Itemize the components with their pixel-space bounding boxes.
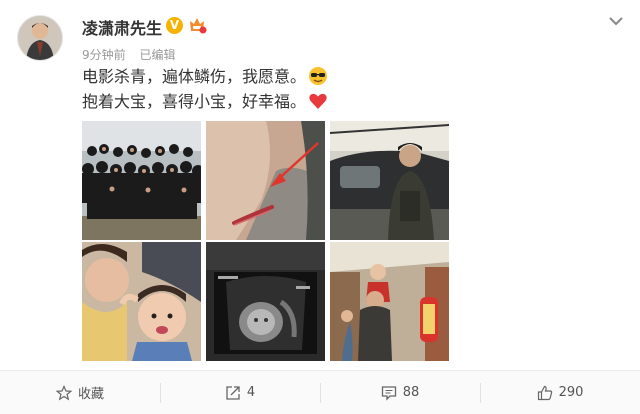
- post-text-1: 电影杀青，遍体鳞伤，我愿意。: [82, 67, 307, 86]
- image-group-photo[interactable]: [82, 121, 201, 240]
- comment-button[interactable]: 88: [320, 371, 480, 414]
- favorite-label: 收藏: [77, 387, 104, 402]
- post-meta: 9分钟前 已编辑: [82, 46, 185, 63]
- repost-button[interactable]: 4: [160, 371, 320, 414]
- post-text-2: 抱着大宝，喜得小宝，好幸福。: [82, 92, 307, 111]
- thumbs-up-icon: [537, 385, 552, 400]
- favorite-button[interactable]: 收藏: [0, 371, 160, 414]
- post-text-line2: 抱着大宝，喜得小宝，好幸福。: [82, 91, 328, 113]
- action-bar: 收藏 4 88 290: [0, 370, 640, 414]
- image-street-father-child[interactable]: [330, 242, 449, 361]
- repost-icon: [226, 385, 240, 400]
- comment-count: 88: [402, 385, 420, 400]
- image-ultrasound[interactable]: [206, 242, 325, 361]
- author-name[interactable]: 凌潇肃先生: [82, 15, 162, 39]
- chevron-down-icon[interactable]: [608, 12, 624, 26]
- avatar[interactable]: [17, 15, 63, 61]
- image-helicopter[interactable]: [330, 121, 449, 240]
- like-count: 290: [558, 385, 584, 400]
- image-arm-scar[interactable]: [206, 121, 325, 240]
- repost-count: 4: [246, 385, 256, 400]
- sunglasses-emoji-icon: [308, 66, 328, 86]
- image-mother-child[interactable]: [82, 242, 201, 361]
- heart-emoji-icon: [308, 91, 328, 111]
- post-text-line1: 电影杀青，遍体鳞伤，我愿意。: [82, 66, 328, 88]
- comment-icon: [381, 385, 396, 401]
- star-icon: [55, 384, 72, 401]
- image-grid: [82, 121, 450, 361]
- like-button[interactable]: 290: [480, 371, 640, 414]
- edited-label: 已编辑: [139, 48, 176, 62]
- post-time[interactable]: 9分钟前: [82, 48, 126, 62]
- verified-icon: V: [166, 17, 183, 34]
- member-badge-icon[interactable]: [187, 15, 207, 35]
